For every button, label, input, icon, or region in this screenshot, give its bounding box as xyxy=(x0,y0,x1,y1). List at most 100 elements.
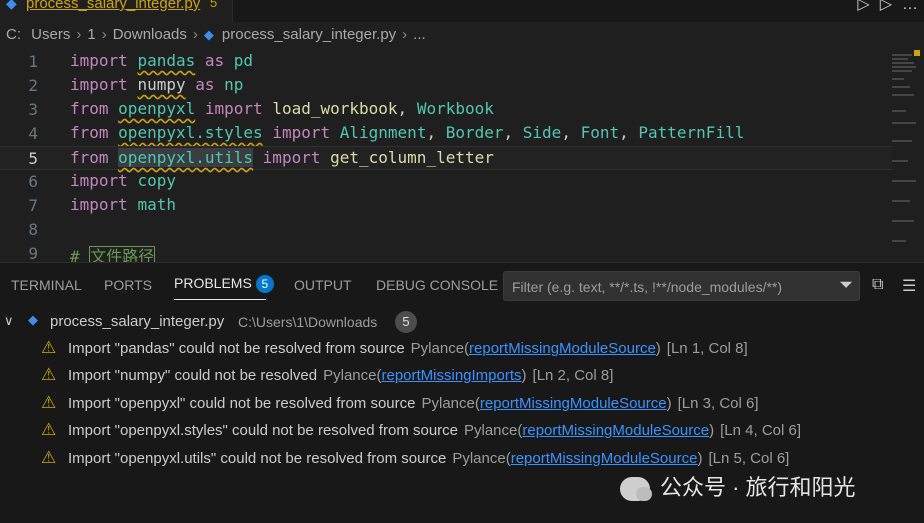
problem-item[interactable]: ⚠ Import "numpy" could not be resolved Py… xyxy=(0,364,924,388)
class-name: Workbook xyxy=(416,99,494,118)
problem-item[interactable]: ⚠ Import "openpyxl" could not be resolve… xyxy=(0,392,924,416)
code-line-current[interactable]: 5 from openpyxl.utils import get_column_… xyxy=(0,146,892,170)
tab-terminal[interactable]: TERMINAL xyxy=(11,277,82,293)
breadcrumb-users[interactable]: Users xyxy=(31,26,70,43)
problem-item[interactable]: ⚠ Import "pandas" could not be resolved … xyxy=(0,337,924,361)
line-number: 2 xyxy=(28,76,38,95)
filter-input[interactable] xyxy=(504,272,834,302)
code-line[interactable]: 3 from openpyxl import load_workbook, Wo… xyxy=(0,98,892,122)
module-name: numpy xyxy=(137,75,186,94)
line-number: 7 xyxy=(28,196,38,215)
comment-text: 文件路径 xyxy=(89,246,156,262)
function-name: load_workbook xyxy=(272,99,398,118)
tab-ports[interactable]: PORTS xyxy=(104,277,152,293)
class-name: Alignment xyxy=(339,123,427,142)
wechat-logo-icon xyxy=(620,477,652,502)
code-line[interactable]: 6 import copy xyxy=(0,170,892,194)
watermark-text: 公众号 · 旅行和阳光 xyxy=(660,475,856,500)
python-file-icon: ◆ xyxy=(6,0,17,11)
problem-file-path: C:\Users\1\Downloads xyxy=(238,314,378,330)
problem-item[interactable]: ⚠ Import "openpyxl.styles" could not be … xyxy=(0,419,924,443)
class-name: PatternFill xyxy=(638,123,745,142)
watermark: 公众号 · 旅行和阳光 xyxy=(620,470,856,502)
editor-tab-active[interactable]: ◆ process_salary_integer.py 5 xyxy=(0,0,233,22)
code-line[interactable]: 2 import numpy as np xyxy=(0,74,892,98)
keyword: from xyxy=(70,123,109,142)
more-actions-icon[interactable]: … xyxy=(902,0,918,13)
problem-file-group[interactable]: ∨ ◆ process_salary_integer.py C:\Users\1… xyxy=(0,311,924,333)
keyword: import xyxy=(204,99,263,118)
tab-problem-count: 5 xyxy=(210,0,218,10)
keyword: import xyxy=(262,148,321,167)
warning-icon: ⚠ xyxy=(41,393,57,412)
problem-rule-link[interactable]: reportMissingModuleSource xyxy=(511,450,698,467)
view-as-list-icon[interactable]: ☰ xyxy=(902,276,916,296)
class-name: Side xyxy=(522,123,562,142)
module-name: openpyxl xyxy=(118,99,196,118)
line-number: 5 xyxy=(28,149,38,168)
chevron-right-icon: › xyxy=(192,26,198,43)
line-number: 8 xyxy=(28,220,38,239)
problem-position: [Ln 3, Col 6] xyxy=(677,395,759,412)
class-name: Border xyxy=(445,123,504,142)
code-line[interactable]: 9 # 文件路径 xyxy=(0,242,892,262)
code-line[interactable]: 1 import pandas as pd xyxy=(0,50,892,74)
tab-filename: process_salary_integer.py xyxy=(26,0,201,12)
problem-message: Import "openpyxl.styles" could not be re… xyxy=(68,422,458,439)
chevron-down-icon[interactable]: ∨ xyxy=(4,313,14,329)
function-name: get_column_letter xyxy=(330,148,494,167)
breadcrumb-downloads[interactable]: Downloads xyxy=(113,26,187,43)
code-line[interactable]: 4 from openpyxl.styles import Alignment,… xyxy=(0,122,892,146)
tab-problems[interactable]: PROBLEMS 5 xyxy=(174,275,274,293)
python-file-icon: ◆ xyxy=(203,27,214,42)
module-name: openpyxl.styles xyxy=(118,123,263,142)
run-icon[interactable]: ▷ xyxy=(857,0,869,13)
breadcrumb-user[interactable]: 1 xyxy=(87,26,95,43)
problem-item[interactable]: ⚠ Import "openpyxl.utils" could not be r… xyxy=(0,447,924,471)
breadcrumb-drive[interactable]: C: xyxy=(6,26,21,43)
breadcrumb-file[interactable]: process_salary_integer.py xyxy=(222,26,396,43)
keyword: as xyxy=(204,51,225,70)
alias: np xyxy=(224,75,244,94)
code-editor[interactable]: 1 import pandas as pd 2 import numpy as … xyxy=(0,50,924,262)
module-name: pandas xyxy=(137,51,196,70)
problem-rule-link[interactable]: reportMissingModuleSource xyxy=(469,340,656,357)
problem-message: Import "numpy" could not be resolved xyxy=(68,367,318,384)
problems-filter: ⏷ xyxy=(503,271,860,302)
problem-position: [Ln 5, Col 6] xyxy=(708,450,790,467)
problem-rule-link[interactable]: reportMissingImports xyxy=(381,367,521,384)
chevron-right-icon: › xyxy=(76,26,82,43)
filter-icon[interactable]: ⏷ xyxy=(839,275,853,295)
keyword: import xyxy=(70,75,128,94)
keyword: import xyxy=(70,195,128,214)
problem-rule-link[interactable]: reportMissingModuleSource xyxy=(480,395,667,412)
problem-rule-link[interactable]: reportMissingModuleSource xyxy=(522,422,709,439)
keyword: as xyxy=(195,75,215,94)
run-dropdown-icon[interactable]: ▷ xyxy=(880,0,892,13)
minimap-warning-marker xyxy=(914,50,920,56)
line-number: 1 xyxy=(28,52,38,71)
collapse-all-icon[interactable]: ⧉ xyxy=(872,276,883,294)
problem-message: Import "openpyxl.utils" could not be res… xyxy=(68,450,447,467)
line-number: 4 xyxy=(28,124,38,143)
alias: pd xyxy=(233,51,254,70)
line-number: 9 xyxy=(28,244,38,262)
minimap[interactable] xyxy=(892,50,920,262)
editor-tab-bar: ◆ process_salary_integer.py 5 ▷ ▷ … xyxy=(0,0,924,22)
keyword: import xyxy=(272,123,331,142)
keyword: import xyxy=(70,171,128,190)
problem-position: [Ln 4, Col 6] xyxy=(720,422,802,439)
breadcrumb-symbol[interactable]: ... xyxy=(413,26,426,43)
module-name: openpyxl.utils xyxy=(118,148,254,167)
warning-icon: ⚠ xyxy=(41,338,57,357)
problem-file-count: 5 xyxy=(395,311,417,333)
problems-count-badge: 5 xyxy=(255,275,274,293)
tab-output[interactable]: OUTPUT xyxy=(294,277,352,293)
breadcrumb: C: Users › 1 › Downloads › ◆ process_salary_int… xyxy=(0,26,426,48)
keyword: import xyxy=(70,51,128,70)
tab-debug-console[interactable]: DEBUG CONSOLE xyxy=(376,277,498,293)
code-line[interactable]: 8 xyxy=(0,218,892,242)
problem-position: [Ln 1, Col 8] xyxy=(666,340,748,357)
code-line[interactable]: 7 import math xyxy=(0,194,892,218)
keyword: from xyxy=(70,99,109,118)
